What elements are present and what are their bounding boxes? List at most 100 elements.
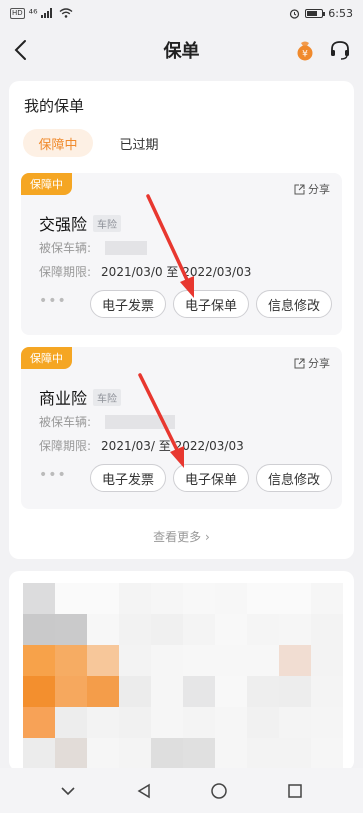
mosaic-cell xyxy=(119,583,151,614)
nav-bar: 保单 ¥ xyxy=(0,26,363,74)
edit-info-button[interactable]: 信息修改 xyxy=(256,464,332,492)
policy-name: 商业险 xyxy=(39,389,88,408)
share-button[interactable]: 分享 xyxy=(294,181,330,197)
mosaic-cell xyxy=(279,738,311,769)
status-time: 6:53 xyxy=(328,6,353,20)
mosaic-cell xyxy=(311,738,343,769)
mosaic-cell xyxy=(151,707,183,738)
e-policy-button[interactable]: 电子保单 xyxy=(173,464,249,492)
triangle-back-icon xyxy=(137,783,150,798)
mosaic-cell xyxy=(151,738,183,769)
mosaic-cell xyxy=(215,645,247,676)
policy-card-compulsory[interactable]: 保障中 分享 交强险 车险 被保车辆: 保障期限: 2021/03/0 至 20… xyxy=(21,173,342,335)
tab-expired[interactable]: 已过期 xyxy=(104,129,174,157)
mosaic-cell xyxy=(55,645,87,676)
mosaic-cell xyxy=(23,707,55,738)
mosaic-cell xyxy=(311,583,343,614)
nav-back-button[interactable] xyxy=(132,779,156,803)
e-invoice-button[interactable]: 电子发票 xyxy=(90,464,166,492)
mosaic-cell xyxy=(119,707,151,738)
mosaic-cell xyxy=(119,645,151,676)
mosaic-cell xyxy=(215,707,247,738)
share-icon xyxy=(294,184,305,194)
back-button[interactable] xyxy=(10,38,34,62)
status-right: 6:53 xyxy=(289,7,353,20)
mosaic-cell xyxy=(311,614,343,645)
mosaic-cell xyxy=(183,614,215,645)
see-more-link[interactable]: 查看更多 › xyxy=(9,528,354,545)
mosaic-cell xyxy=(23,738,55,769)
mosaic-cell xyxy=(87,645,119,676)
policy-type-tag: 车险 xyxy=(93,388,122,406)
mosaic-cell xyxy=(247,738,279,769)
page-title: 保单 xyxy=(163,41,200,62)
mosaic-cell xyxy=(215,583,247,614)
share-button[interactable]: 分享 xyxy=(294,355,330,371)
customer-service-button[interactable] xyxy=(329,39,351,61)
wifi-icon xyxy=(60,8,73,18)
my-policies-card: 我的保单 保障中 已过期 保障中 分享 交强险 车险 被保车辆: 保障期限: 2… xyxy=(9,81,354,559)
vehicle-label: 被保车辆: xyxy=(39,415,92,429)
period-label: 保障期限: xyxy=(39,265,92,279)
status-bar: HD ⁴⁶ 6:53 xyxy=(0,0,363,26)
promo-banner[interactable] xyxy=(9,571,354,771)
money-bag-icon: ¥ xyxy=(297,41,313,61)
mosaic-cell xyxy=(279,583,311,614)
more-dots[interactable]: ••• xyxy=(39,293,67,309)
policy-name-row: 商业险 车险 xyxy=(39,385,122,409)
nav-recents-button[interactable] xyxy=(283,779,307,803)
mosaic-cell xyxy=(247,707,279,738)
mosaic-cell xyxy=(87,707,119,738)
vehicle-row: 被保车辆: xyxy=(39,413,176,430)
mosaic-cell xyxy=(247,676,279,707)
mosaic-cell xyxy=(23,583,55,614)
mosaic-cell xyxy=(151,645,183,676)
mosaic-cell xyxy=(119,738,151,769)
nav-hide-button[interactable] xyxy=(56,779,80,803)
blurred-banner-image xyxy=(23,583,343,769)
chevron-right-icon: › xyxy=(205,530,210,544)
mosaic-cell xyxy=(87,676,119,707)
status-badge: 保障中 xyxy=(21,173,72,195)
alarm-icon xyxy=(290,8,300,19)
status-badge: 保障中 xyxy=(21,347,72,369)
mosaic-cell xyxy=(55,583,87,614)
money-bag-button[interactable]: ¥ xyxy=(294,39,316,61)
mosaic-cell xyxy=(87,583,119,614)
vehicle-row: 被保车辆: xyxy=(39,239,148,256)
signal-icon xyxy=(41,8,53,18)
mosaic-cell xyxy=(279,707,311,738)
nav-home-button[interactable] xyxy=(207,779,231,803)
mosaic-cell xyxy=(87,614,119,645)
share-icon xyxy=(294,358,305,368)
policy-name: 交强险 xyxy=(39,215,88,234)
mosaic-cell xyxy=(311,645,343,676)
mosaic-cell xyxy=(215,614,247,645)
tab-active[interactable]: 保障中 xyxy=(23,129,93,157)
mosaic-cell xyxy=(247,614,279,645)
mosaic-cell xyxy=(183,645,215,676)
e-policy-button[interactable]: 电子保单 xyxy=(173,290,249,318)
mosaic-cell xyxy=(183,738,215,769)
hd-badge: HD xyxy=(10,7,25,19)
mosaic-cell xyxy=(183,676,215,707)
battery-fill xyxy=(307,10,318,16)
battery-icon xyxy=(305,8,326,18)
edit-info-button[interactable]: 信息修改 xyxy=(256,290,332,318)
mosaic-cell xyxy=(151,676,183,707)
mosaic-cell xyxy=(215,676,247,707)
policy-card-commercial[interactable]: 保障中 分享 商业险 车险 被保车辆: 保障期限: 2021/03/ 至 202… xyxy=(21,347,342,509)
mosaic-cell xyxy=(215,738,247,769)
mosaic-cell xyxy=(311,707,343,738)
mosaic-cell xyxy=(183,707,215,738)
e-invoice-button[interactable]: 电子发票 xyxy=(90,290,166,318)
mosaic-cell xyxy=(151,583,183,614)
vehicle-label: 被保车辆: xyxy=(39,241,92,255)
circle-home-icon xyxy=(211,782,228,799)
mosaic-cell xyxy=(55,614,87,645)
mosaic-cell xyxy=(247,583,279,614)
svg-text:¥: ¥ xyxy=(302,50,308,60)
mosaic-cell xyxy=(55,707,87,738)
mosaic-cell xyxy=(279,614,311,645)
more-dots[interactable]: ••• xyxy=(39,467,67,483)
